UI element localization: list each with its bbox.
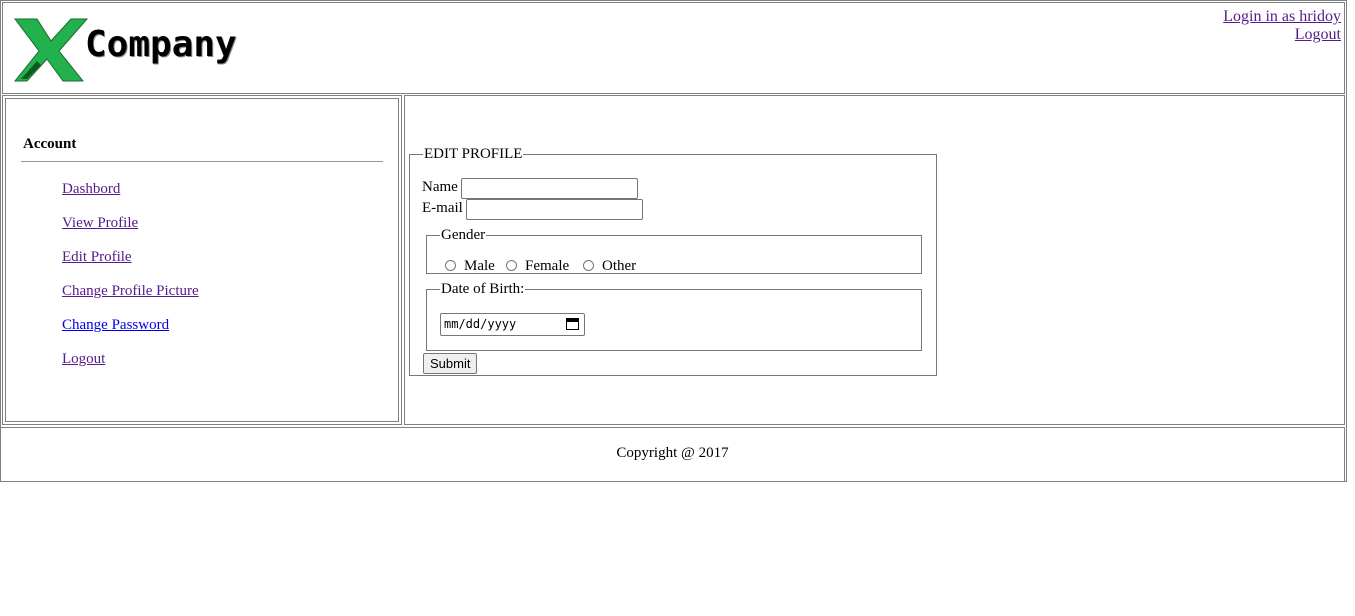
date-of-birth-group: Date of Birth: mm/dd/yyyy: [426, 281, 922, 351]
sidebar-item-dashboard[interactable]: Dashbord: [62, 181, 120, 197]
edit-profile-legend: EDIT PROFILE: [424, 146, 523, 162]
sidebar-item-logout[interactable]: Logout: [62, 351, 105, 367]
login-status-link[interactable]: Login in as hridoy: [1223, 8, 1341, 25]
calendar-icon[interactable]: [566, 318, 579, 330]
gender-legend: Gender: [441, 227, 486, 243]
gender-female-label: Female: [525, 258, 570, 274]
company-name: Company: [85, 24, 237, 65]
sidebar-menu: Dashbord View Profile Edit Profile Chang…: [62, 179, 199, 383]
name-input[interactable]: [461, 178, 638, 199]
email-input[interactable]: [466, 199, 643, 220]
header: Company Login in as hridoy Logout: [2, 2, 1345, 94]
dob-date-input[interactable]: mm/dd/yyyy: [440, 313, 585, 336]
edit-profile-form: EDIT PROFILE Name E-mail Gender Male Fem…: [409, 146, 937, 376]
dob-placeholder: mm/dd/yyyy: [444, 317, 517, 331]
gender-female-radio[interactable]: [506, 260, 517, 271]
submit-button[interactable]: Submit: [423, 353, 478, 374]
sidebar-item-edit-profile[interactable]: Edit Profile: [62, 249, 132, 265]
user-links: Login in as hridoy Logout: [1223, 8, 1341, 44]
name-label: Name: [422, 179, 458, 195]
gender-other-radio[interactable]: [583, 260, 594, 271]
gender-male-radio[interactable]: [445, 260, 456, 271]
account-heading: Account: [23, 136, 77, 152]
sidebar: Account Dashbord View Profile Edit Profi…: [5, 98, 399, 422]
gender-male-label: Male: [464, 258, 495, 274]
company-logo-icon: [13, 18, 89, 82]
copyright-text: Copyright @ 2017: [616, 445, 729, 461]
sidebar-cell: Account Dashbord View Profile Edit Profi…: [2, 95, 402, 425]
dob-legend: Date of Birth:: [441, 281, 525, 297]
main-content: EDIT PROFILE Name E-mail Gender Male Fem…: [404, 95, 1345, 425]
gender-other-label: Other: [602, 258, 637, 274]
sidebar-item-change-profile-picture[interactable]: Change Profile Picture: [62, 283, 199, 299]
sidebar-item-change-password[interactable]: Change Password: [62, 317, 169, 333]
gender-group: Gender Male Female Other: [426, 227, 922, 274]
account-divider: [21, 161, 383, 162]
header-logout-link[interactable]: Logout: [1295, 26, 1341, 43]
email-label: E-mail: [422, 200, 463, 216]
footer: Copyright @ 2017: [0, 427, 1345, 482]
sidebar-item-view-profile[interactable]: View Profile: [62, 215, 138, 231]
